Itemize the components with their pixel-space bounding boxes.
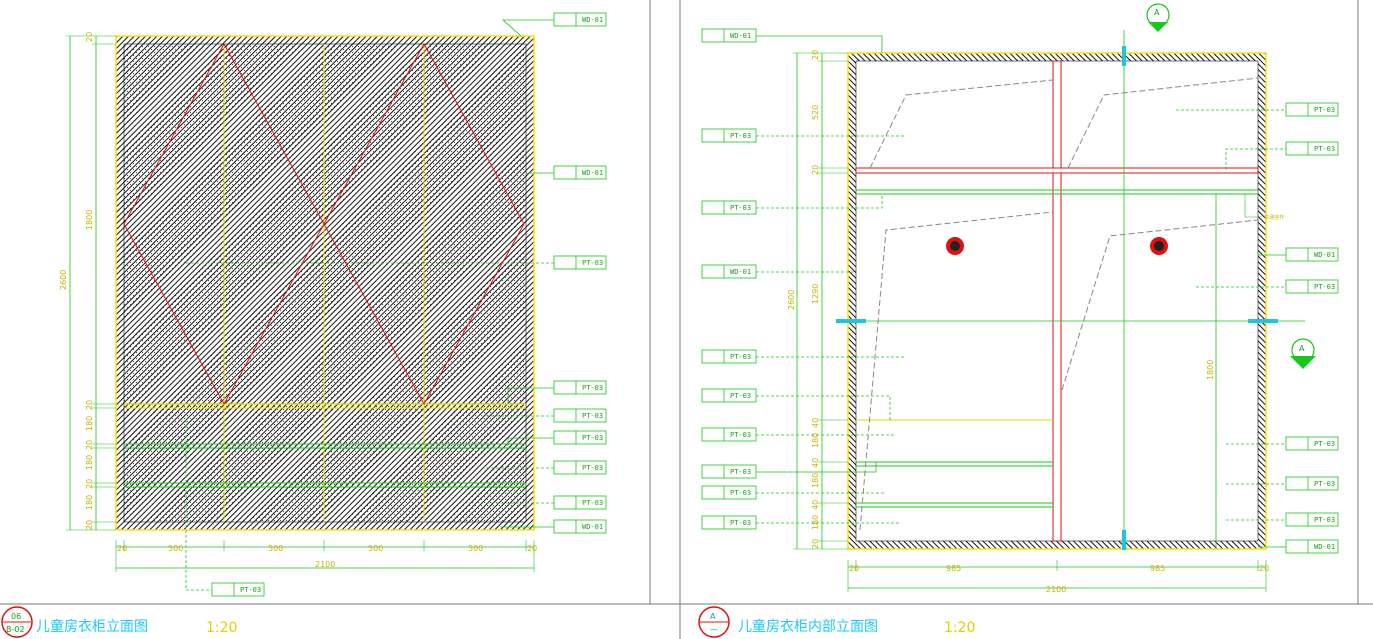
right-ltag-8: PT-03 [730,468,751,476]
right-rtag-1: PT-03 [1314,106,1335,114]
right-marker-bottom: — [710,625,718,634]
right-scale: 1:20 [944,620,975,636]
right-ltag-3: PT-03 [730,204,751,212]
right-marker-top: A [710,612,716,621]
left-bottom-dim-3: 500 [268,544,283,553]
left-tag-9: WD-01 [582,523,603,531]
right-rtag-7: PT-03 [1314,516,1335,524]
right-rtag-2: PT-03 [1314,145,1335,153]
right-title: 儿童房衣柜内部立面图 [738,618,878,635]
left-bottom-dim-4: 500 [368,544,383,553]
left-dim-8: 180 [85,495,94,510]
svg-text:A: A [1154,8,1160,17]
right-rtag-6: PT-03 [1314,480,1335,488]
right-rtag-5: PT-03 [1314,440,1335,448]
right-ltag-2: PT-03 [730,132,751,140]
right-dim-4: 1290 [811,284,820,304]
right-ltag-5: PT-03 [730,353,751,361]
right-ltag-1: WD-01 [730,32,751,40]
left-tag-1: WD-01 [582,16,603,24]
right-dim-3: 20 [811,165,820,175]
left-dim-9: 20 [85,520,94,530]
right-ltag-6: PT-03 [730,392,751,400]
right-dim-10: 180 [811,515,820,530]
right-dim-2: 520 [811,105,820,120]
right-rtag-4: PT-03 [1314,283,1335,291]
left-bottom-dim-2: 500 [168,544,183,553]
left-tag-6: PT-03 [582,434,603,442]
right-dim-11: 20 [811,539,820,549]
right-dim-8: 180 [811,473,820,488]
right-dim-interior: 1800 [1206,360,1215,380]
right-dim-7: 40 [811,458,820,468]
right-ltag-9: PT-03 [730,489,751,497]
left-bottom-dim-total: 2100 [315,560,335,569]
left-tag-2: WD-01 [582,169,603,177]
left-bottom-dim-1: 20 [117,544,127,553]
right-rod-note: 衣通挂杆 [1264,214,1284,221]
right-rtag-3: WD-01 [1314,251,1335,259]
right-dim-9: 40 [811,500,820,510]
right-bottom-dim-2: 985 [946,564,961,573]
right-rtag-8: WD-01 [1314,543,1335,551]
left-elevation: 2600 20 1800 20 180 20 180 20 180 20 20 … [59,12,607,597]
left-bottom-dim-5: 500 [468,544,483,553]
left-tag-4: PT-03 [582,384,603,392]
left-title: 儿童房衣柜立面图 [36,618,148,635]
left-dim-2: 1800 [85,210,94,230]
right-dim-1: 20 [811,50,820,60]
left-tag-5: PT-03 [582,412,603,420]
left-dim-6: 180 [85,455,94,470]
right-title-block: A — 儿童房衣柜内部立面图 1:20 [698,606,975,638]
left-dim-total: 2600 [59,270,68,290]
left-dim-4: 180 [85,416,94,431]
left-dim-5: 20 [85,440,94,450]
drawing-canvas: 2600 20 1800 20 180 20 180 20 180 20 20 … [0,0,1373,639]
right-ltag-4: WD-01 [730,268,751,276]
left-tag-7: PT-03 [582,464,603,472]
right-ltag-10: PT-03 [730,519,751,527]
left-tag-8: PT-03 [582,499,603,507]
left-bottom-dim-6: 20 [527,544,537,553]
left-dim-3: 20 [85,400,94,410]
left-dim-7: 20 [85,479,94,489]
left-marker-top: 06 [11,612,21,621]
right-bottom-dim-total: 2100 [1046,585,1066,594]
left-title-block: 06 B-02 儿童房衣柜立面图 1:20 [1,606,237,638]
right-ltag-7: PT-03 [730,431,751,439]
right-dim-5: 40 [811,418,820,428]
left-tag-3: PT-03 [582,259,603,267]
left-scale: 1:20 [206,620,237,636]
right-bottom-dim-4: 20 [1259,564,1269,573]
left-tag-10: PT-03 [240,586,261,594]
left-dim-1: 20 [85,32,94,42]
svg-text:A: A [1299,344,1305,353]
right-bottom-dim-3: 985 [1150,564,1165,573]
right-dim-total: 2600 [787,290,796,310]
right-elevation: A A 2600 20 520 20 1290 40 180 40 180 40… [701,3,1339,594]
left-marker-bottom: B-02 [6,625,25,634]
right-bottom-dim-1: 20 [849,564,859,573]
